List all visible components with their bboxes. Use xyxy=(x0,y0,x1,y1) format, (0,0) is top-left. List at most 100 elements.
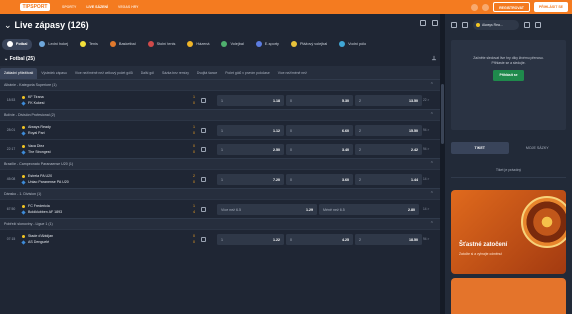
sport-chip[interactable]: Tenis xyxy=(75,39,103,50)
match-row[interactable]: 18:53 KF Tirana FK Kukesi 1 0 1 1.18 0 5.30 2 13.5… xyxy=(0,90,440,109)
odds-button[interactable]: 2 18.50 xyxy=(355,234,422,245)
match-row[interactable]: 28:01 Always Ready Royal Pari 1 0 1 1.12 0 6.60 2… xyxy=(0,120,440,139)
odds-button[interactable]: 2 13.50 xyxy=(355,95,422,106)
sport-chip[interactable]: Házená xyxy=(182,39,214,50)
chevron-up-icon[interactable]: ⌃ xyxy=(430,221,434,227)
more-markets-link[interactable]: 14 > xyxy=(423,207,429,211)
market-tab[interactable]: Počet gólů v prvním poločase xyxy=(221,68,273,79)
odds-button[interactable]: 1 2.50 xyxy=(217,144,284,155)
sport-chip[interactable]: Volejbal xyxy=(216,39,248,50)
sport-chip[interactable]: Fotbal xyxy=(2,38,33,50)
league-header[interactable]: Pobřeží slonoviny - Ligue 1 (1) ⌃ xyxy=(0,218,440,229)
market-tab[interactable]: Více než/méně než celkový počet gólů xyxy=(71,68,137,79)
market-tab[interactable]: Výsledek zápasu xyxy=(37,68,71,79)
promo-banner-secondary[interactable] xyxy=(451,278,566,314)
pin-icon[interactable]: ⟂ xyxy=(432,56,436,63)
match-row[interactable]: 67:50 FC Fredericia Boldklubben AF 1893 1 4 V… xyxy=(0,199,440,218)
sport-chip[interactable]: Vodní pólo xyxy=(334,39,371,50)
away-team[interactable]: The Strongest xyxy=(21,149,182,155)
sport-chip[interactable]: Plážový volejbal xyxy=(286,39,332,50)
stats-icon[interactable] xyxy=(201,98,206,103)
stats-icon[interactable] xyxy=(201,128,206,133)
market-tab[interactable]: Dvojitá šance xyxy=(193,68,221,79)
more-markets-link[interactable]: 14 > xyxy=(423,177,429,181)
odds-button[interactable]: 0 3.60 xyxy=(286,174,353,185)
away-team[interactable]: AS Denguelé xyxy=(21,239,182,245)
away-team[interactable]: Uniao Paranense PA U20 xyxy=(21,179,182,185)
market-tab[interactable]: Základní příležitosti xyxy=(0,68,38,79)
grid-view-icon[interactable] xyxy=(420,20,426,26)
match-row[interactable]: 22:17 Vaca Diez The Strongest 0 0 1 2.50 0 3.40 2… xyxy=(0,139,440,158)
chevron-up-icon[interactable]: ⌃ xyxy=(430,82,434,88)
nav-vegas[interactable]: VEGAS HRY xyxy=(118,5,139,9)
tab-ticket[interactable]: TIKET xyxy=(451,142,509,154)
market-tab[interactable]: Více než/méně než xyxy=(274,68,311,79)
league-header[interactable]: Brazílie - Campeonato Paranaense U20 (1)… xyxy=(0,158,440,169)
stats-icon[interactable] xyxy=(201,207,206,212)
stats-icon[interactable] xyxy=(201,237,206,242)
chevron-up-icon[interactable]: ⌃ xyxy=(430,191,434,197)
odds-button[interactable]: 2 15.50 xyxy=(355,125,422,136)
stream-select[interactable]: Always Rea... xyxy=(473,20,519,30)
odds-button[interactable]: 1 1.18 xyxy=(217,95,284,106)
league-header[interactable]: Albánie - Kategoria Superiore (1) ⌃ xyxy=(0,79,440,90)
section-header-football[interactable]: ⌄ Fotbal (25) ⟂ xyxy=(0,52,440,66)
odds-button[interactable]: 0 5.30 xyxy=(286,95,353,106)
scrollbar-thumb[interactable] xyxy=(441,84,444,144)
home-team[interactable]: FC Fredericia xyxy=(22,204,182,208)
odds-button[interactable]: 2 2.42 xyxy=(355,144,422,155)
match-row[interactable]: 07:15 Stade d'Abidjan AS Denguelé 0 0 1 1.22 0 4… xyxy=(0,229,440,248)
logo[interactable]: TIPSPORT xyxy=(20,3,50,11)
odds-button[interactable]: 2 1.44 xyxy=(355,174,422,185)
lock-icon[interactable] xyxy=(451,22,457,28)
chevron-down-icon[interactable]: ⌄ xyxy=(4,20,12,31)
odds-button[interactable]: 0 4.25 xyxy=(286,234,353,245)
chat-icon[interactable] xyxy=(471,3,479,11)
away-team[interactable]: FK Kukesi xyxy=(21,100,182,106)
home-team[interactable]: Estrela PA U20 xyxy=(22,174,182,178)
sport-chip[interactable]: Lední hokej xyxy=(34,39,73,50)
stream-login-button[interactable]: Přihlásit se xyxy=(493,70,524,81)
more-markets-link[interactable]: 94 > xyxy=(423,147,429,151)
home-team[interactable]: Always Ready xyxy=(22,125,182,129)
odds-button[interactable]: 1 1.22 xyxy=(217,234,284,245)
promo-banner-lucky-spin[interactable]: Šťastné zatočení Zatočte si a vyhrajte o… xyxy=(451,190,566,274)
sport-chip[interactable]: Stolní tenis xyxy=(143,39,181,50)
market-tab[interactable]: Další gól xyxy=(137,68,158,79)
nav-sporty[interactable]: SPORTY xyxy=(62,5,76,9)
market-tab[interactable]: Sázka bez remízy xyxy=(158,68,193,79)
match-row[interactable]: 45:08 Estrela PA U20 Uniao Paranense PA U2… xyxy=(0,169,440,188)
more-markets-link[interactable]: 94 > xyxy=(423,128,429,132)
sport-chip[interactable]: E-sporty xyxy=(251,39,284,50)
odds-label: Méně než 6.5 xyxy=(323,207,345,212)
list-view-icon[interactable] xyxy=(432,20,438,26)
league-header[interactable]: Dánsko - 1. Division (1) ⌃ xyxy=(0,188,440,199)
stats-icon[interactable] xyxy=(201,147,206,152)
chevron-up-icon[interactable]: ⌃ xyxy=(430,161,434,167)
odds-button[interactable]: 0 3.40 xyxy=(286,144,353,155)
home-team[interactable]: Stade d'Abidjan xyxy=(22,234,182,238)
home-team[interactable]: KF Tirana xyxy=(22,95,182,99)
odds-button[interactable]: Méně než 6.5 2.80 xyxy=(319,204,419,215)
register-button[interactable]: REGISTROVAT xyxy=(493,2,530,12)
sport-chip[interactable]: Basketbal xyxy=(105,39,141,50)
home-team[interactable]: Vaca Diez xyxy=(22,144,182,148)
nav-live[interactable]: LIVE SÁZENÍ xyxy=(86,5,108,9)
league-header[interactable]: Bolívie - División Profesional (2) ⌃ xyxy=(0,109,440,120)
expand-icon[interactable] xyxy=(535,22,541,28)
odds-button[interactable]: 0 6.60 xyxy=(286,125,353,136)
odds-button[interactable]: 1 7.20 xyxy=(217,174,284,185)
pip-icon[interactable] xyxy=(524,22,530,28)
odds-button[interactable]: 1 1.12 xyxy=(217,125,284,136)
chevron-up-icon[interactable]: ⌃ xyxy=(430,112,434,118)
away-team[interactable]: Royal Pari xyxy=(21,130,182,136)
stats-icon[interactable] xyxy=(201,177,206,182)
login-button[interactable]: PŘIHLÁSIT SE xyxy=(533,2,568,12)
stream-icon[interactable] xyxy=(462,22,468,28)
flag-icon[interactable] xyxy=(482,3,490,11)
tab-my-bets[interactable]: MOJE SÁZKY xyxy=(509,142,567,154)
odds-button[interactable]: Více než 6.5 1.29 xyxy=(217,204,317,215)
more-markets-link[interactable]: 94 > xyxy=(423,237,429,241)
away-team[interactable]: Boldklubben AF 1893 xyxy=(21,209,182,215)
more-markets-link[interactable]: 22 > xyxy=(423,98,429,102)
